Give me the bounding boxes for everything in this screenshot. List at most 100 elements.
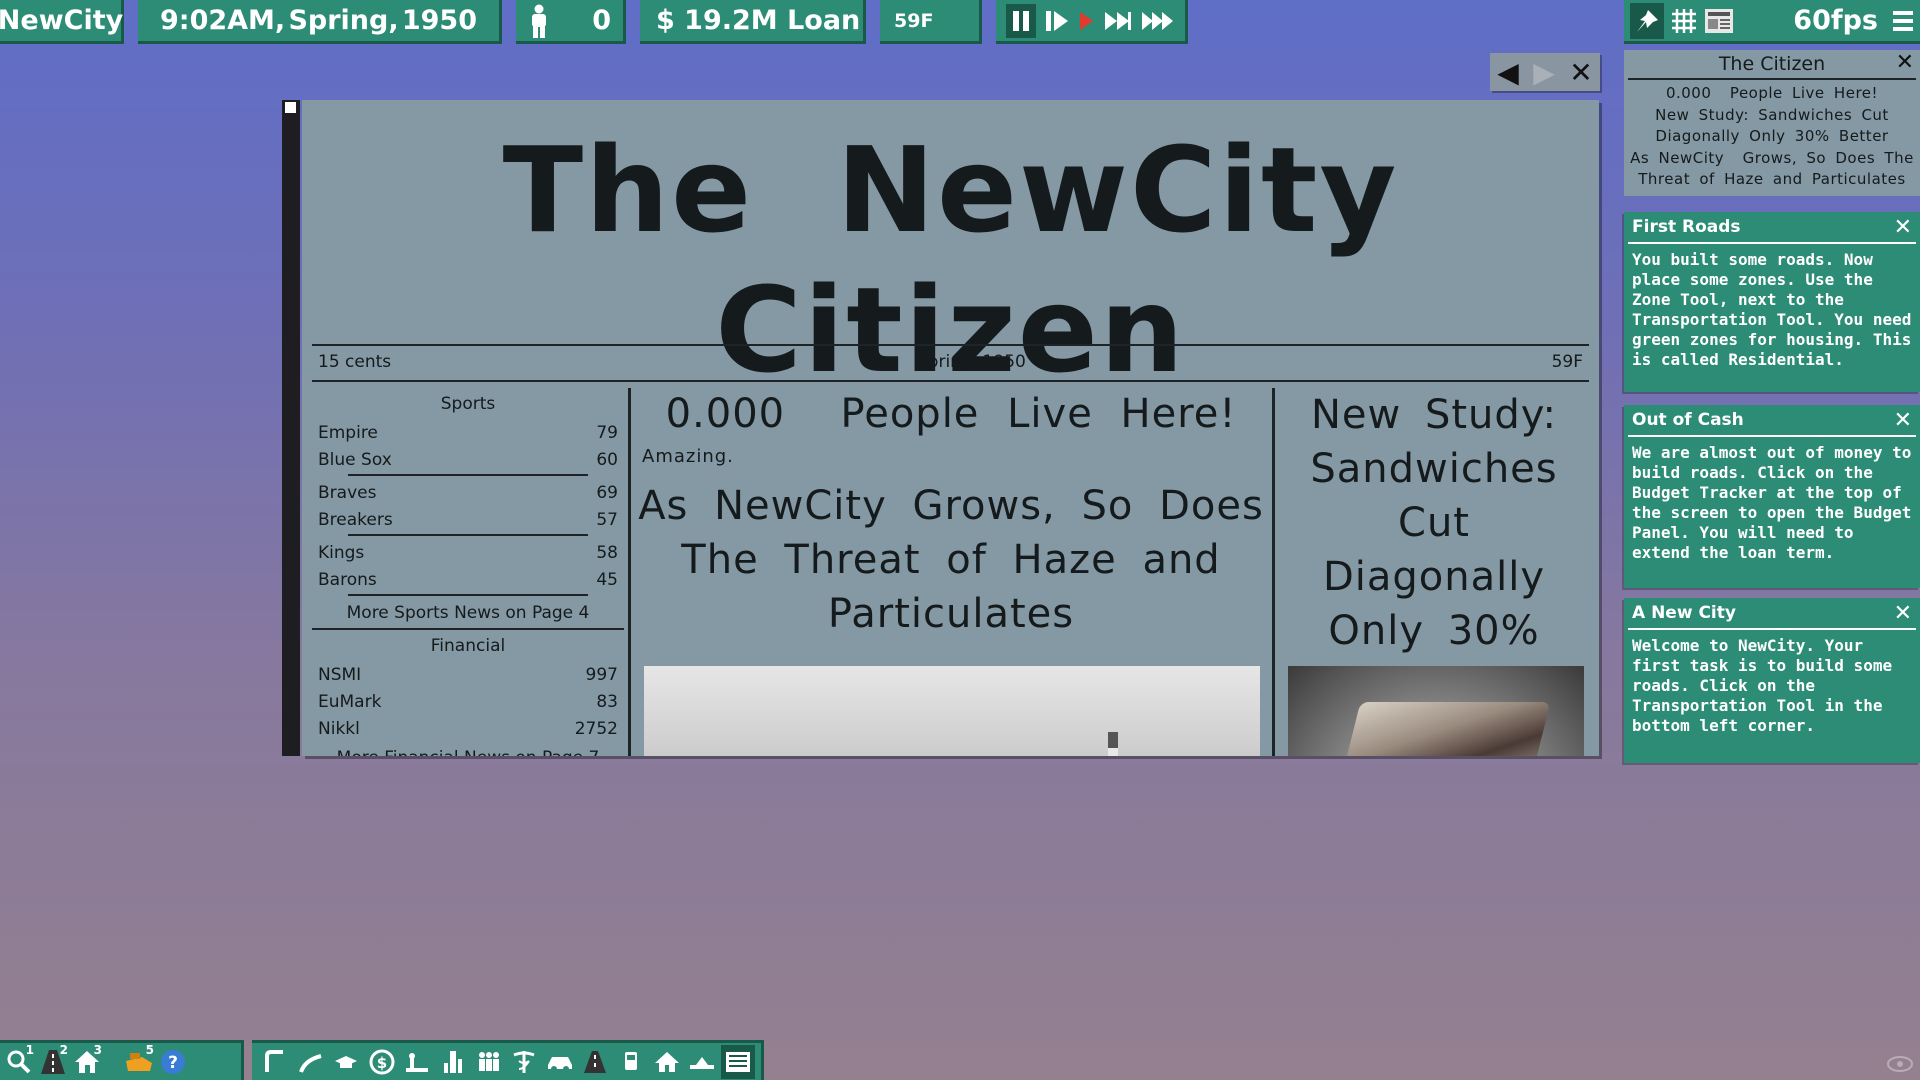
population-box[interactable]: 0 (516, 0, 626, 44)
play-red-icon[interactable] (1077, 10, 1095, 32)
bulldoze-tool-icon[interactable]: 5 (122, 1042, 156, 1079)
traffic-overlay-icon[interactable] (294, 1045, 328, 1079)
bottom-toolbar-overlays: $ (252, 1040, 764, 1080)
headline-population: 0.000 People Live Here! (665, 391, 1237, 437)
team-score: 57 (596, 510, 618, 530)
newspaper-side-tab[interactable] (282, 100, 300, 756)
index-name: NSMI (318, 665, 362, 685)
transit-icon[interactable] (614, 1045, 648, 1079)
team-name: Braves (318, 483, 377, 503)
forward-arrow-icon[interactable]: ▶ (1533, 56, 1555, 89)
health-icon[interactable] (507, 1045, 541, 1079)
close-icon[interactable]: ✕ (1896, 50, 1914, 75)
team-score: 79 (596, 423, 618, 443)
team-name: Breakers (318, 510, 393, 530)
headline-line: Diagonally Only 30% Better (1655, 127, 1889, 145)
column-divider (628, 388, 631, 756)
headline-line: Threat of Haze and Particulates (1638, 170, 1906, 188)
panel-title: First Roads (1632, 217, 1741, 237)
headline-line: 0.000 People Live Here! (1665, 84, 1879, 102)
road-type-icon[interactable] (578, 1045, 612, 1079)
fast-forward-icon[interactable] (1104, 10, 1132, 32)
team-score: 69 (596, 483, 618, 503)
help-icon[interactable]: ? (156, 1045, 190, 1079)
subheadline: Amazing. (642, 446, 734, 467)
close-icon[interactable]: ✕ (1894, 215, 1912, 240)
land-value-icon[interactable] (400, 1045, 434, 1079)
middle-column: 0.000 People Live Here! Amazing. As NewC… (634, 388, 1268, 756)
team-score: 60 (596, 450, 618, 470)
financial-row: NSMI 997 (312, 662, 624, 689)
team-name: Kings (318, 543, 365, 563)
close-icon[interactable]: ✕ (1894, 408, 1912, 433)
sports-row: Barons 45 (312, 567, 624, 594)
newspaper-toggle-icon[interactable] (720, 1044, 755, 1079)
density-icon[interactable] (436, 1045, 470, 1079)
out-of-cash-panel[interactable]: Out of Cash ✕ We are almost out of money … (1624, 405, 1920, 588)
right-tools: 60fps (1624, 0, 1920, 44)
population-overlay-icon[interactable] (472, 1045, 506, 1079)
newspaper-nav: ◀ ▶ ✕ (1490, 53, 1600, 91)
new-city-panel[interactable]: A New City ✕ Welcome to NewCity. Your fir… (1624, 598, 1920, 763)
budget-tracker[interactable]: $ 19.2M Loan (640, 0, 866, 44)
paper-temperature: 59F (1551, 352, 1583, 372)
hotkey-badge: 3 (93, 1042, 102, 1057)
education-icon[interactable] (329, 1045, 363, 1079)
fps-counter: 60fps (1793, 5, 1878, 36)
hotkey-badge: 1 (25, 1042, 34, 1057)
city-name: NewCity (0, 5, 124, 36)
close-newspaper-icon[interactable]: ✕ (1569, 56, 1592, 89)
road-overlay-icon[interactable] (258, 1045, 292, 1079)
transportation-tool-icon[interactable]: 2 (36, 1042, 70, 1079)
year: 1950 (401, 5, 477, 36)
team-name: Barons (318, 570, 377, 590)
back-arrow-icon[interactable]: ◀ (1497, 56, 1519, 89)
smog-photo (644, 666, 1260, 756)
headline-line: New Study: Sandwiches Cut (1655, 105, 1889, 124)
pause-icon[interactable] (1006, 3, 1037, 38)
menu-icon[interactable] (1892, 9, 1914, 33)
population-count: 0 (592, 5, 611, 36)
time: 9:02AM, (160, 5, 286, 36)
citizen-panel-title: The Citizen (1718, 53, 1826, 75)
dateline-rule (312, 380, 1589, 382)
hotkey-badge: 2 (59, 1042, 68, 1057)
smokestack (1108, 732, 1118, 756)
financial-title: Financial (430, 636, 506, 656)
index-name: Nikkl (318, 719, 360, 739)
dateline: 15 cents Spring, 1950 59F (318, 352, 1583, 372)
first-roads-panel[interactable]: First Roads ✕ You built some roads. Now p… (1624, 212, 1920, 392)
vehicles-icon[interactable] (543, 1045, 577, 1079)
citizen-panel[interactable]: The Citizen ✕ 0.000 People Live Here! New… (1624, 50, 1920, 196)
hotkey-badge: 5 (145, 1042, 154, 1057)
bottom-toolbar-main: 1 2 3 5 ? (0, 1040, 244, 1080)
issue-date: Spring, 1950 (916, 352, 1026, 372)
sports-row: Blue Sox 60 (312, 447, 624, 474)
left-column: Sports Empire 79 Blue Sox 60 Braves 69 Brea… (312, 388, 624, 756)
city-name-box[interactable]: NewCity (0, 0, 124, 44)
corner-eye-icon (1886, 1054, 1914, 1074)
more-financial-link: More Financial News on Page 7 (312, 743, 624, 756)
newspaper-icon[interactable] (1704, 8, 1734, 34)
pin-icon[interactable] (1630, 2, 1664, 39)
budget-icon[interactable]: $ (365, 1045, 399, 1079)
zone-tool-icon[interactable]: 3 (70, 1042, 104, 1079)
index-value: 2752 (574, 719, 618, 739)
fastest-icon[interactable] (1141, 10, 1175, 32)
column-divider (1272, 388, 1275, 756)
home-icon[interactable] (650, 1045, 684, 1079)
step-icon[interactable] (1045, 10, 1069, 32)
index-value: 83 (596, 692, 618, 712)
close-icon[interactable]: ✕ (1894, 601, 1912, 626)
panel-title: A New City (1632, 603, 1736, 623)
price: 15 cents (318, 352, 392, 372)
query-tool-icon[interactable]: 1 (2, 1042, 36, 1079)
right-column: New Study: Sandwiches Cut Diagonally Onl… (1278, 388, 1590, 756)
date-time-box[interactable]: 9:02AM, Spring, 1950 (138, 0, 502, 44)
more-sports-link: More Sports News on Page 4 (346, 603, 590, 623)
terrain-icon[interactable] (685, 1045, 719, 1079)
citizen-headlines: 0.000 People Live Here! New Study: Sandw… (1624, 80, 1920, 191)
temperature-box[interactable]: 59F (880, 0, 982, 44)
team-score: 58 (596, 543, 618, 563)
grid-icon[interactable] (1670, 7, 1698, 35)
